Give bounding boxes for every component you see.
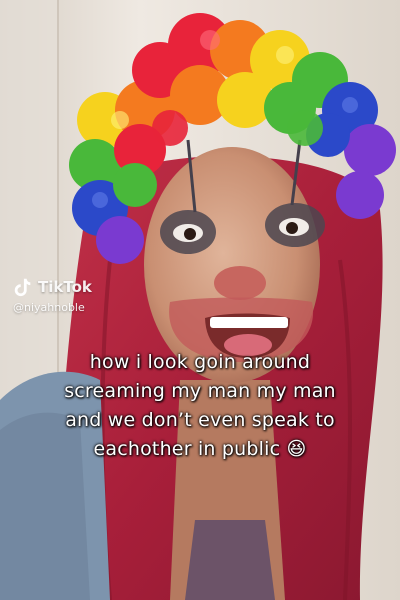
video-caption: how i look goin around screaming my man … xyxy=(10,348,390,464)
caption-line: eachother in public 😆 xyxy=(93,438,307,460)
tiktok-brand: TikTok xyxy=(38,278,92,296)
clown-nose xyxy=(214,266,266,300)
caption-line: how i look goin around xyxy=(89,351,311,373)
tiktok-logo-icon xyxy=(14,278,31,297)
tiktok-watermark: TikTok @niyahnoble xyxy=(12,276,92,314)
creator-handle: @niyahnoble xyxy=(13,301,85,314)
caption-line: screaming my man my man xyxy=(64,380,336,402)
caption-line: and we don’t even speak to xyxy=(65,409,335,431)
